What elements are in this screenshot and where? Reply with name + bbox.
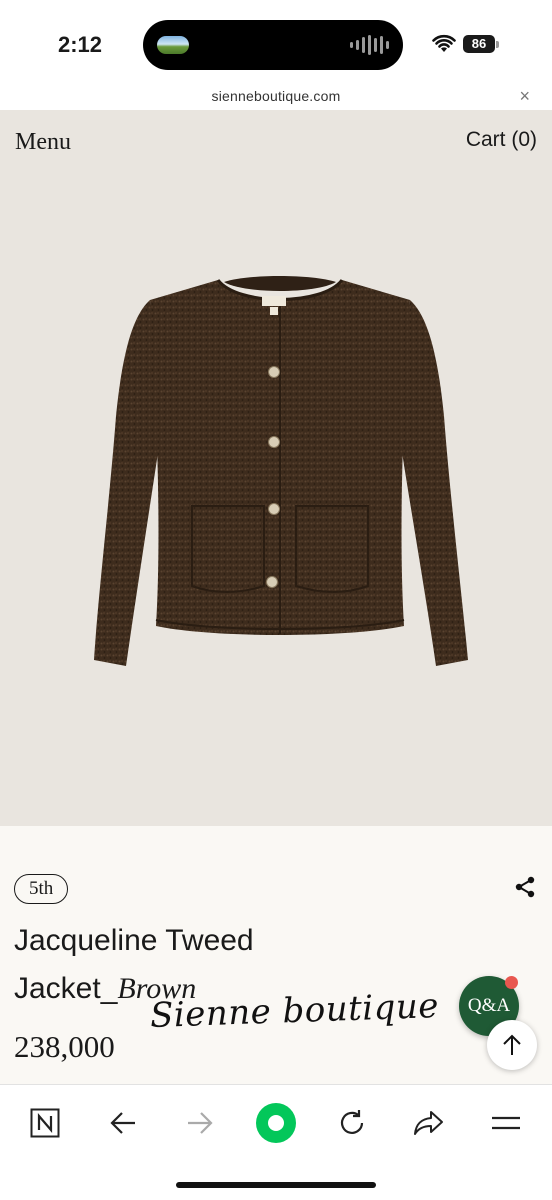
product-hero: Menu Cart (0) <box>0 110 552 826</box>
browser-toolbar <box>0 1084 552 1200</box>
reload-icon[interactable] <box>332 1103 372 1143</box>
edition-badge: 5th <box>14 874 69 904</box>
home-indicator <box>176 1182 376 1188</box>
share-icon[interactable] <box>514 876 536 898</box>
n-logo-icon[interactable] <box>25 1103 65 1143</box>
status-bar: 2:12 86 <box>0 0 552 84</box>
now-playing-thumbnail-icon <box>157 36 189 54</box>
arrow-up-icon <box>503 1034 521 1055</box>
share-arrow-icon[interactable] <box>409 1103 449 1143</box>
tweed-jacket-photo[interactable] <box>88 276 472 686</box>
url-text[interactable]: sienneboutique.com <box>0 88 552 104</box>
dynamic-island <box>143 20 403 70</box>
url-bar[interactable]: sienneboutique.com × <box>0 84 552 110</box>
product-name: Jacqueline Tweed <box>14 924 254 957</box>
notification-dot <box>505 976 518 989</box>
product-price: 238,000 <box>14 1029 115 1064</box>
product-name-prefix: Jacket_ <box>14 972 118 1005</box>
cart-button[interactable]: Cart (0) <box>466 128 537 152</box>
back-arrow-icon[interactable] <box>103 1103 143 1143</box>
green-dot-icon[interactable] <box>254 1101 298 1145</box>
status-time: 2:12 <box>58 32 103 57</box>
forward-arrow-icon[interactable] <box>180 1103 220 1143</box>
audio-waveform-icon <box>350 34 389 56</box>
battery-tip <box>496 41 499 48</box>
close-icon[interactable]: × <box>519 86 530 107</box>
menu-button[interactable]: Menu <box>15 129 71 156</box>
scroll-top-button[interactable] <box>487 1020 537 1070</box>
wifi-icon <box>432 34 456 52</box>
menu-lines-icon[interactable] <box>486 1103 526 1143</box>
product-info: 5th Jacqueline Tweed Jacket_Brown 238,00… <box>0 826 552 1084</box>
battery-level: 86 <box>463 35 495 53</box>
